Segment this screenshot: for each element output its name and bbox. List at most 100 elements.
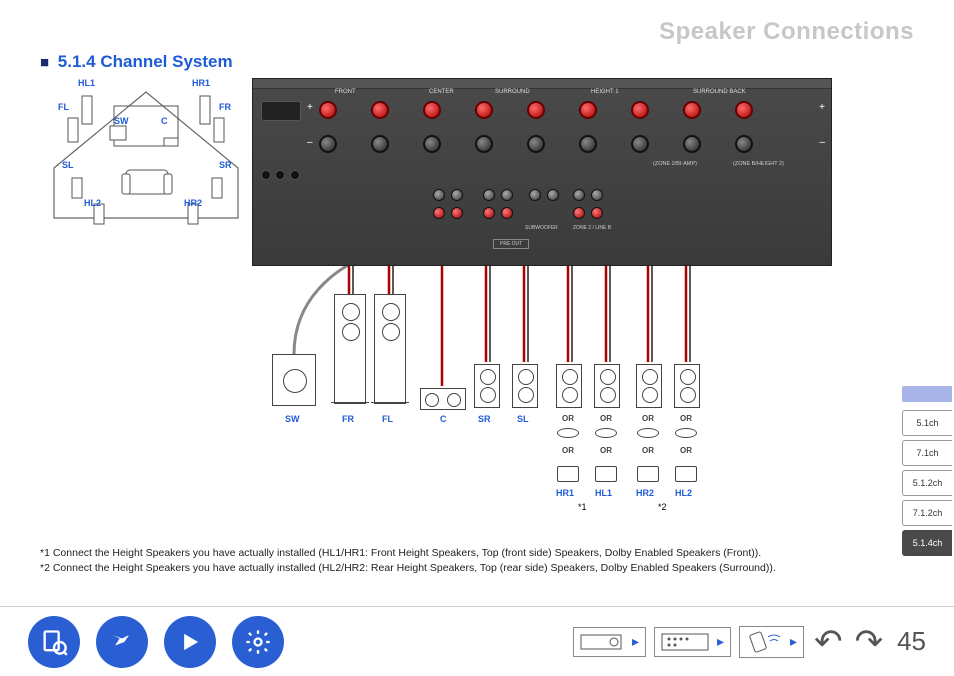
- dolby-spk-icon: [595, 466, 617, 482]
- dolby-spk-icon: [637, 466, 659, 482]
- plus-left: +: [307, 102, 313, 113]
- ceiling-spk-icon: [675, 428, 697, 438]
- terminal-group-label: FRONT: [335, 89, 356, 95]
- plus-right: +: [819, 102, 825, 113]
- room-label-fl: FL: [58, 102, 69, 112]
- speaker-fr-icon: [334, 294, 366, 404]
- ceiling-spk-icon: [595, 428, 617, 438]
- or-label: OR: [638, 414, 658, 423]
- terminal-neg: [683, 135, 701, 153]
- tab-5-1-2ch[interactable]: 5.1.2ch: [902, 470, 952, 496]
- arrow-icon: ▸: [790, 633, 797, 650]
- room-label-hr1: HR1: [192, 78, 210, 88]
- wiring-label-sw: SW: [285, 414, 300, 424]
- tab-5-1-4ch[interactable]: 5.1.4ch: [902, 530, 952, 556]
- tab-7-1ch[interactable]: 7.1ch: [902, 440, 952, 466]
- minus-left: –: [307, 137, 313, 148]
- or-label: OR: [638, 446, 658, 455]
- redo-icon[interactable]: ↷: [855, 622, 884, 662]
- star2: *2: [658, 502, 667, 512]
- wiring-label-sl: SL: [517, 414, 529, 424]
- minus-right: –: [819, 137, 825, 148]
- or-label: OR: [558, 414, 578, 423]
- tab-5-1ch[interactable]: 5.1ch: [902, 410, 952, 436]
- terminal-pos: [631, 101, 649, 119]
- wiring-label-fl: FL: [382, 414, 393, 424]
- terminal-pos: [319, 101, 337, 119]
- terminal-pos: [527, 101, 545, 119]
- room-label-hr2: HR2: [184, 198, 202, 208]
- ceiling-spk-icon: [557, 428, 579, 438]
- room-label-sl: SL: [62, 160, 74, 170]
- page-number: 45: [897, 626, 926, 657]
- terminal-pos: [475, 101, 493, 119]
- speaker-fl-icon: [374, 294, 406, 404]
- preout-label: PRE OUT: [493, 239, 529, 249]
- bottom-nav: ▸ ▸ ▸ ↶ ↷ 45: [0, 606, 954, 676]
- footnotes: *1 Connect the Height Speakers you have …: [40, 546, 894, 575]
- tab-marker: [902, 386, 952, 402]
- speaker-sr-icon: [474, 364, 500, 408]
- tab-7-1-2ch[interactable]: 7.1.2ch: [902, 500, 952, 526]
- terminal-pos: [579, 101, 597, 119]
- wiring-label-hl2: HL2: [675, 488, 692, 498]
- speaker-sl-icon: [512, 364, 538, 408]
- device-receiver-back[interactable]: ▸: [654, 627, 731, 657]
- channel-tabs: 5.1ch 7.1ch 5.1.2ch 7.1.2ch 5.1.4ch: [902, 386, 952, 556]
- preout-sub-label: SUBWOOFER: [525, 225, 558, 231]
- wiring-label-c: C: [440, 414, 447, 424]
- or-label: OR: [676, 446, 696, 455]
- or-label: OR: [676, 414, 696, 423]
- ceiling-spk-icon: [637, 428, 659, 438]
- zoneb-height2-label: (ZONE B/HEIGHT 2): [733, 161, 784, 167]
- terminal-group-label: HEIGHT 1: [591, 89, 619, 95]
- or-label: OR: [558, 446, 578, 455]
- or-label: OR: [596, 414, 616, 423]
- terminal-pos: [683, 101, 701, 119]
- terminal-neg: [631, 135, 649, 153]
- settings-icon[interactable]: [232, 616, 284, 668]
- wiring-label-hl1: HL1: [595, 488, 612, 498]
- terminal-neg: [319, 135, 337, 153]
- dolby-spk-icon: [675, 466, 697, 482]
- terminal-pos: [423, 101, 441, 119]
- zone2-preamp-label: (ZONE 2/BI-AMP): [653, 161, 697, 167]
- device-receiver-front[interactable]: ▸: [573, 627, 646, 657]
- cables-icon[interactable]: [96, 616, 148, 668]
- arrow-icon: ▸: [632, 633, 639, 650]
- terminal-group-label: SURROUND: [495, 89, 530, 95]
- terminal-pos: [371, 101, 389, 119]
- subwoofer-icon: [272, 354, 316, 406]
- rs232-port: [261, 101, 301, 121]
- room-layout-diagram: HL1 HR1 FL FR SW C SL SR HL2 HR2: [44, 78, 248, 232]
- speaker-h2l-icon: [674, 364, 700, 408]
- pre-out-section: SUBWOOFER PRE OUT ZONE 2 / LINE B: [433, 189, 733, 259]
- room-label-hl1: HL1: [78, 78, 95, 88]
- speaker-h2r-icon: [636, 364, 662, 408]
- terminal-group-label: CENTER: [429, 89, 454, 95]
- terminal-neg: [735, 135, 753, 153]
- wiring-diagram: SW FR FL C SR SL OR OR OR OR OR OR OR OR…: [252, 266, 832, 526]
- wiring-label-hr1: HR1: [556, 488, 574, 498]
- terminal-pos: [735, 101, 753, 119]
- wiring-label-fr: FR: [342, 414, 354, 424]
- section-title-text: 5.1.4 Channel System: [58, 52, 233, 71]
- receiver-back-panel: + – + – SUBWOOFER PRE OUT ZONE 2 / LINE …: [252, 78, 832, 266]
- device-remote[interactable]: ▸: [739, 626, 804, 658]
- speaker-h1l-icon: [594, 364, 620, 408]
- undo-icon[interactable]: ↶: [814, 622, 843, 662]
- room-label-sw: SW: [114, 116, 129, 126]
- speaker-h1r-icon: [556, 364, 582, 408]
- terminal-neg: [527, 135, 545, 153]
- terminal-group-label: SURROUND BACK: [693, 89, 746, 95]
- section-title: ■ 5.1.4 Channel System: [40, 52, 233, 72]
- manual-icon[interactable]: [28, 616, 80, 668]
- trigger-ports: [261, 167, 300, 185]
- terminal-neg: [579, 135, 597, 153]
- arrow-icon: ▸: [717, 633, 724, 650]
- play-icon[interactable]: [164, 616, 216, 668]
- room-label-c: C: [161, 116, 168, 126]
- speaker-c-icon: [420, 388, 466, 410]
- room-label-hl2: HL2: [84, 198, 101, 208]
- room-label-sr: SR: [219, 160, 232, 170]
